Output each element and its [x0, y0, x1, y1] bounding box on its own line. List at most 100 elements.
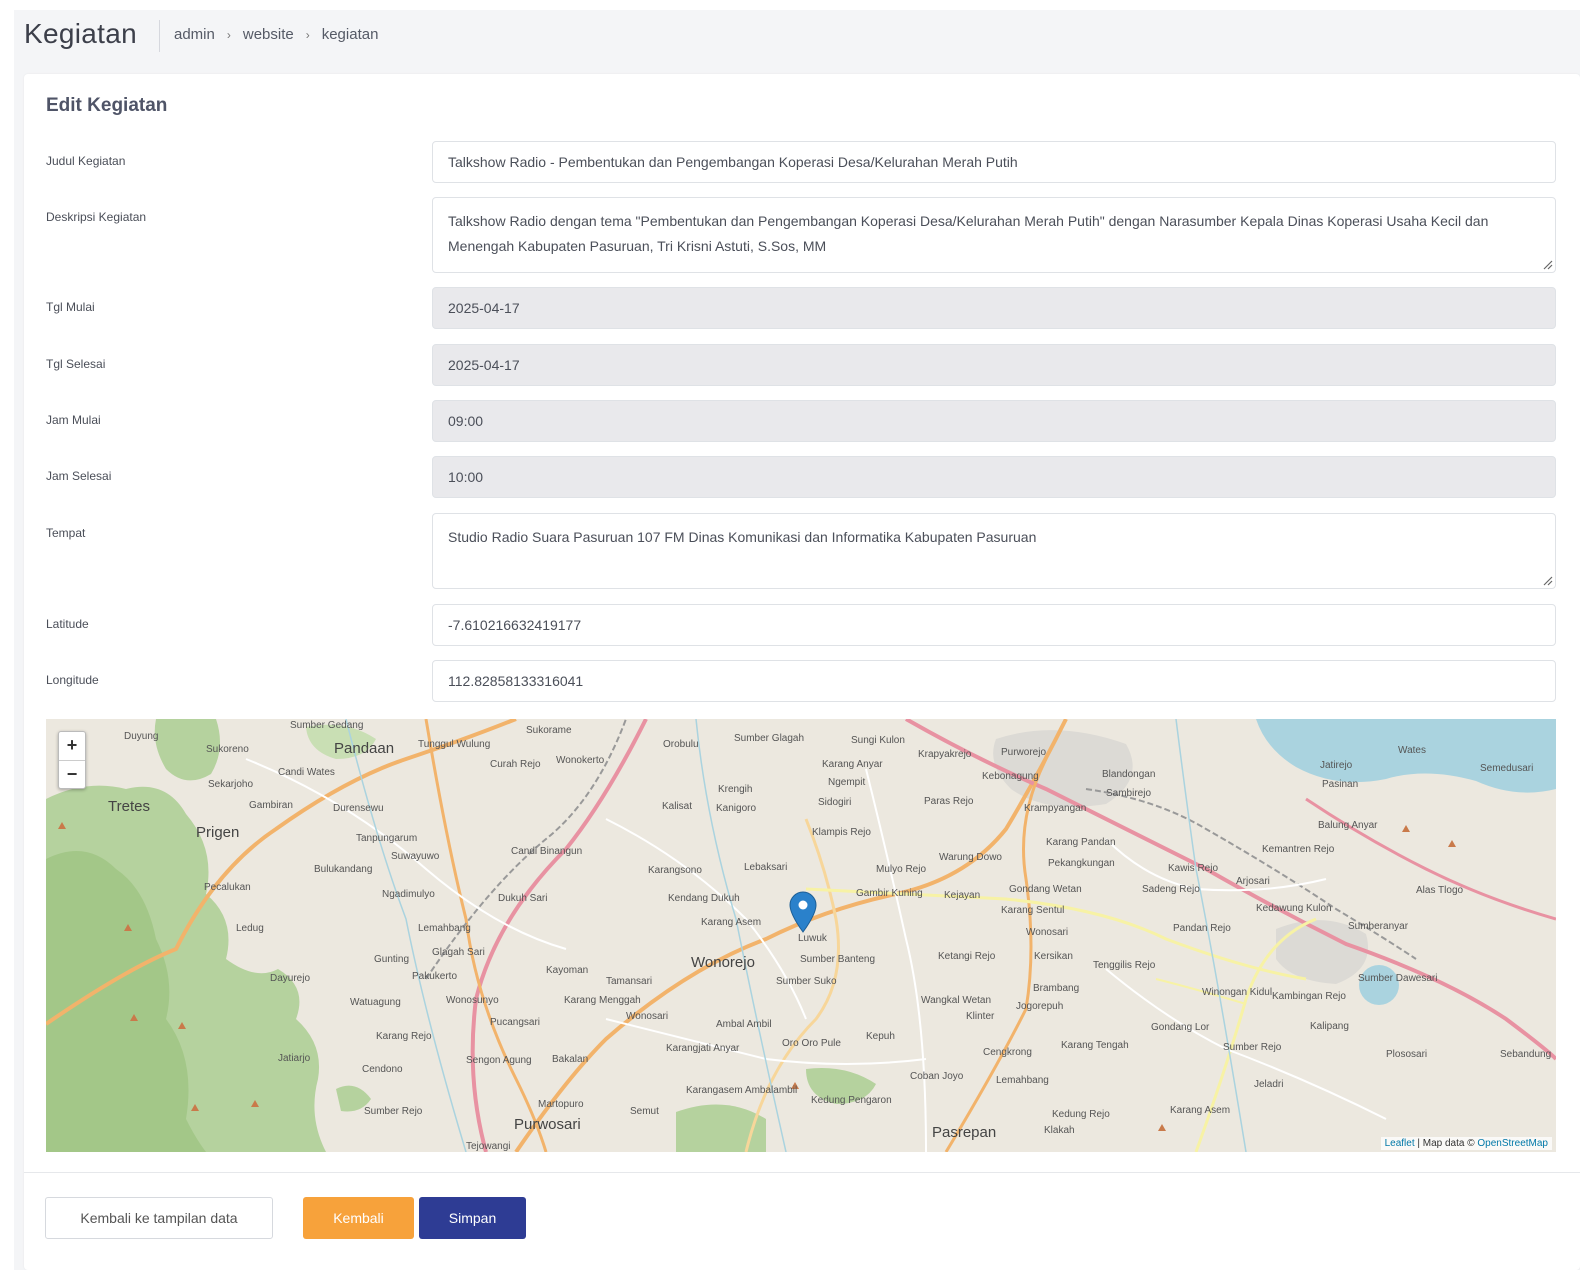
- place-label: Lebaksari: [744, 862, 787, 873]
- tgl-mulai-input[interactable]: [432, 287, 1556, 329]
- place-label: Sumber Rejo: [1223, 1042, 1282, 1053]
- form-title: Edit Kegiatan: [46, 95, 168, 116]
- place-label: Kejayan: [944, 890, 980, 901]
- place-label: Purworejo: [1001, 747, 1046, 758]
- title-divider: [159, 20, 160, 52]
- place-label: Sengon Agung: [466, 1055, 532, 1066]
- place-label: Winongan Kidul: [1202, 987, 1272, 998]
- place-label: Jatirejo: [1320, 760, 1353, 771]
- edit-form-card: Edit Kegiatan Judul Kegiatan Deskripsi K…: [24, 74, 1580, 1270]
- openstreetmap-link[interactable]: OpenStreetMap: [1477, 1138, 1548, 1149]
- place-label: Dayurejo: [270, 973, 310, 984]
- place-label: Tamansari: [606, 976, 652, 987]
- deskripsi-textarea[interactable]: Talkshow Radio dengan tema "Pembentukan …: [432, 197, 1556, 273]
- place-label: Wonosari: [626, 1011, 668, 1022]
- place-label: Gambir Kuning: [856, 888, 923, 899]
- place-label: Wonorejo: [691, 954, 755, 971]
- place-label: Bulukandang: [314, 864, 372, 875]
- place-label: Sumber Dawesari: [1358, 973, 1437, 984]
- place-label: Cendono: [362, 1064, 403, 1075]
- place-label: Glagah Sari: [432, 947, 485, 958]
- jam-selesai-input[interactable]: [432, 456, 1556, 498]
- place-label: Pasinan: [1322, 779, 1358, 790]
- leaflet-link[interactable]: Leaflet: [1385, 1138, 1415, 1149]
- place-label: Mulyo Rejo: [876, 864, 926, 875]
- jam-selesai-label: Jam Selesai: [46, 469, 112, 483]
- place-label: Kedawung Kulon: [1256, 903, 1332, 914]
- place-label: Sadeng Rejo: [1142, 884, 1200, 895]
- place-label: Suwayuwo: [391, 851, 440, 862]
- deskripsi-label: Deskripsi Kegiatan: [46, 210, 147, 224]
- place-label: Pandaan: [334, 740, 394, 757]
- jam-mulai-label: Jam Mulai: [46, 413, 101, 427]
- tgl-selesai-input[interactable]: [432, 344, 1556, 386]
- place-label: Kalisat: [662, 801, 692, 812]
- place-label: Duyung: [124, 731, 158, 742]
- longitude-input[interactable]: [432, 660, 1556, 702]
- place-label: Kendang Dukuh: [668, 893, 740, 904]
- resize-handle-icon[interactable]: [1541, 574, 1553, 586]
- place-label: Karangsono: [648, 865, 702, 876]
- place-label: Watuagung: [350, 997, 401, 1008]
- zoom-in-button[interactable]: +: [59, 732, 85, 760]
- place-label: Klampis Rejo: [812, 827, 871, 838]
- place-label: Semedusari: [1480, 763, 1533, 774]
- place-label: Pucangsari: [490, 1017, 540, 1028]
- breadcrumb-admin[interactable]: admin: [174, 26, 215, 43]
- place-label: Pekangkungan: [1048, 858, 1115, 869]
- place-label: Sambirejo: [1106, 788, 1151, 799]
- breadcrumb-website[interactable]: website: [243, 26, 294, 43]
- judul-input[interactable]: [432, 141, 1556, 183]
- back-to-list-button[interactable]: Kembali ke tampilan data: [45, 1197, 273, 1239]
- place-label: Alas Tlogo: [1416, 885, 1464, 896]
- place-label: Warung Dowo: [939, 852, 1002, 863]
- place-label: Jogorepuh: [1016, 1001, 1063, 1012]
- place-label: Pandan Rejo: [1173, 923, 1231, 934]
- place-label: Semut: [630, 1106, 659, 1117]
- back-button[interactable]: Kembali: [303, 1197, 414, 1239]
- place-label: Krampyangan: [1024, 803, 1086, 814]
- place-label: Wangkal Wetan: [921, 995, 991, 1006]
- place-label: Sungi Kulon: [851, 735, 905, 746]
- location-map[interactable]: Pandaan Prigen Tretes Wonorejo Purwosari…: [46, 719, 1556, 1152]
- place-label: Sumber Rejo: [364, 1106, 423, 1117]
- place-label: Pakukerto: [412, 971, 457, 982]
- place-label: Kersikan: [1034, 951, 1073, 962]
- place-label: Kepuh: [866, 1031, 895, 1042]
- place-label: Karang Pandan: [1046, 837, 1116, 848]
- place-label: Candi Binangun: [511, 846, 582, 857]
- place-label: Oro Oro Pule: [782, 1038, 841, 1049]
- tempat-label: Tempat: [46, 526, 86, 540]
- place-label: Pasrepan: [932, 1124, 996, 1141]
- place-label: Tretes: [108, 798, 150, 815]
- place-label: Brambang: [1033, 983, 1079, 994]
- place-label: Paras Rejo: [924, 796, 974, 807]
- place-label: Candi Wates: [278, 767, 335, 778]
- save-button[interactable]: Simpan: [419, 1197, 526, 1239]
- chevron-right-icon: ›: [305, 27, 310, 42]
- place-label: Gambiran: [249, 800, 293, 811]
- place-label: Gondang Lor: [1151, 1022, 1210, 1033]
- resize-handle-icon[interactable]: [1541, 258, 1553, 270]
- tgl-mulai-label: Tgl Mulai: [46, 300, 95, 314]
- place-label: Karang Sentul: [1001, 905, 1064, 916]
- page-title: Kegiatan: [24, 18, 137, 49]
- place-label: Arjosari: [1236, 876, 1270, 887]
- place-label: Karangasem Ambalambil: [686, 1085, 797, 1096]
- zoom-out-button[interactable]: −: [59, 760, 85, 789]
- place-label: Kawis Rejo: [1168, 863, 1218, 874]
- jam-mulai-input[interactable]: [432, 400, 1556, 442]
- judul-label: Judul Kegiatan: [46, 154, 126, 168]
- place-label: Wonosunyo: [446, 995, 499, 1006]
- place-label: Tanpungarum: [356, 833, 417, 844]
- place-label: Tenggilis Rejo: [1093, 960, 1156, 971]
- place-label: Klinter: [966, 1011, 995, 1022]
- place-label: Gondang Wetan: [1009, 884, 1082, 895]
- tempat-textarea[interactable]: Studio Radio Suara Pasuruan 107 FM Dinas…: [432, 513, 1556, 589]
- footer-divider: [24, 1172, 1580, 1173]
- place-label: Sumber Banteng: [800, 954, 875, 965]
- place-label: Karang Menggah: [564, 995, 641, 1006]
- place-label: Kayoman: [546, 965, 588, 976]
- latitude-input[interactable]: [432, 604, 1556, 646]
- place-label: Tunggul Wulung: [418, 739, 490, 750]
